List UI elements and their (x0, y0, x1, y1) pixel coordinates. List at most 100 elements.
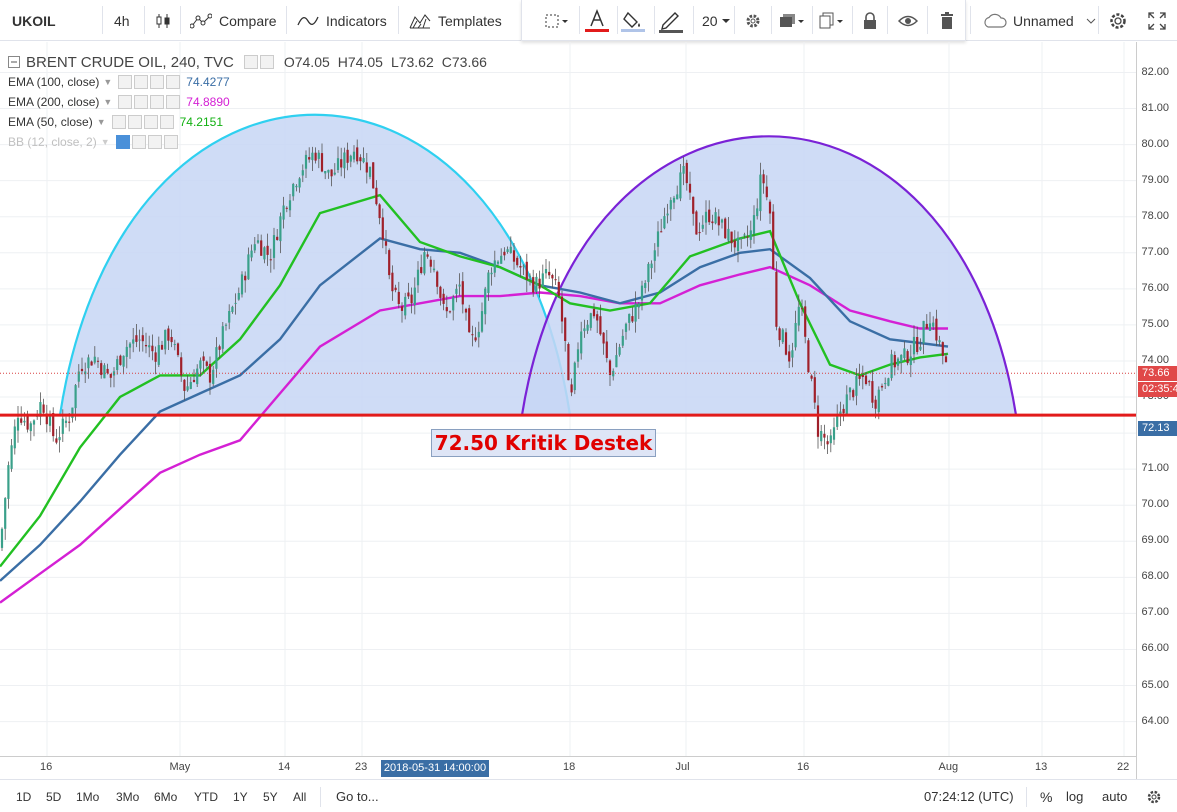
line-color-button[interactable] (658, 0, 684, 41)
axis-settings-button[interactable] (1146, 780, 1162, 812)
gear-icon[interactable] (259, 55, 274, 69)
eye-icon[interactable] (118, 95, 133, 109)
candle-body (141, 335, 144, 342)
plus-icon[interactable] (150, 95, 165, 109)
gear-icon[interactable] (134, 75, 149, 89)
candle-body (679, 172, 682, 199)
candle-body (522, 265, 525, 267)
fill-color-button[interactable] (620, 0, 646, 41)
study-legend-bb[interactable]: BB (12, close, 2) ▼ (8, 132, 487, 152)
candle-body (464, 308, 468, 313)
study-legend-ema100[interactable]: EMA (100, close) ▼ 74.4277 (8, 72, 487, 92)
candle-body (61, 418, 64, 434)
close-icon[interactable] (163, 135, 178, 149)
range-button-3mo[interactable]: 3Mo (116, 780, 139, 812)
support-annotation[interactable]: 72.50 Kritik Destek (431, 429, 656, 457)
candle-body (327, 169, 330, 173)
price-axis[interactable]: 82.00 81.00 80.00 79.00 78.00 77.00 76.00 75.00… (1136, 42, 1177, 779)
gear-icon[interactable] (134, 95, 149, 109)
candle-body (381, 217, 384, 240)
candle-body (423, 252, 426, 274)
study-legend-ema200[interactable]: EMA (200, close) ▼ 74.8890 (8, 92, 487, 112)
log-scale-toggle[interactable]: log (1066, 780, 1083, 812)
range-button-ytd[interactable]: YTD (194, 780, 218, 812)
settings-button[interactable] (744, 0, 762, 41)
chart-settings-button[interactable] (1108, 0, 1128, 41)
range-button-6mo[interactable]: 6Mo (154, 780, 177, 812)
text-color-button[interactable] (584, 0, 610, 41)
symbol-search-button[interactable]: UKOIL (12, 0, 56, 41)
collapse-icon[interactable] (8, 56, 20, 68)
templates-button[interactable]: Templates (409, 0, 502, 41)
delete-button[interactable] (940, 0, 954, 41)
candle-body (832, 427, 836, 440)
chevron-down-icon[interactable]: ▼ (97, 117, 106, 127)
candle-body (855, 376, 858, 396)
percent-scale-toggle[interactable]: % (1040, 780, 1052, 812)
candle-body (58, 437, 61, 441)
range-button-5y[interactable]: 5Y (263, 780, 278, 812)
study-label: EMA (50, close) (8, 115, 93, 129)
close-icon[interactable] (166, 75, 181, 89)
plus-icon[interactable] (143, 115, 158, 129)
z-order-button[interactable] (778, 0, 806, 41)
time-tick-label: 14 (278, 761, 291, 773)
font-size-dropdown[interactable]: 20 (702, 0, 731, 41)
plus-icon[interactable] (147, 135, 162, 149)
candle-body (800, 308, 804, 310)
candle-body (413, 287, 416, 305)
candle-body (29, 423, 32, 432)
range-button-1d[interactable]: 1D (16, 780, 31, 812)
clone-button[interactable] (818, 0, 846, 41)
candle-body (516, 257, 519, 266)
range-button-1y[interactable]: 1Y (233, 780, 248, 812)
price-tick-label: 78.00 (1141, 209, 1169, 222)
close-icon[interactable] (166, 95, 181, 109)
selection-tool-button[interactable] (544, 0, 570, 41)
candle-body (781, 329, 784, 343)
divider (812, 6, 813, 34)
divider (144, 6, 145, 34)
range-button-1mo[interactable]: 1Mo (76, 780, 99, 812)
range-button-5d[interactable]: 5D (46, 780, 61, 812)
time-axis[interactable]: 16 May 14 23 18 Jul 16 Aug 13 22 2018-05-31 14:00:… (0, 756, 1136, 779)
plus-icon[interactable] (150, 75, 165, 89)
chevron-down-icon[interactable]: ▼ (103, 97, 112, 107)
eye-icon[interactable] (111, 115, 126, 129)
goto-button[interactable]: Go to... (336, 780, 379, 812)
auto-scale-toggle[interactable]: auto (1102, 780, 1127, 812)
eye-icon[interactable] (118, 75, 133, 89)
candle-body (820, 431, 823, 442)
hide-button[interactable] (898, 0, 918, 41)
utc-clock[interactable]: 07:24:12 (UTC) (924, 780, 1014, 812)
candle-body (944, 356, 948, 363)
fullscreen-button[interactable] (1148, 0, 1166, 41)
study-legend-ema50[interactable]: EMA (50, close) ▼ 74.2151 (8, 112, 487, 132)
templates-label: Templates (438, 12, 502, 29)
candle-body (477, 331, 480, 338)
chevron-down-icon[interactable]: ▼ (101, 137, 110, 147)
chevron-down-icon[interactable]: ▼ (103, 77, 112, 87)
range-button-all[interactable]: All (293, 780, 306, 812)
layout-dropdown[interactable]: Unnamed (982, 0, 1096, 41)
compare-icon (190, 13, 212, 28)
interval-button[interactable]: 4h (114, 0, 130, 41)
gear-icon[interactable] (127, 115, 142, 129)
log-label: log (1066, 789, 1084, 804)
price-chart[interactable] (0, 42, 1136, 779)
candle-body (253, 244, 256, 251)
candle-body (503, 251, 506, 256)
chart-type-button[interactable] (154, 0, 172, 41)
candle-body (560, 296, 564, 322)
eye-icon[interactable] (243, 55, 258, 69)
compare-button[interactable]: Compare (190, 0, 277, 41)
eye-off-icon[interactable] (115, 135, 130, 149)
close-icon[interactable] (159, 115, 174, 129)
candle-body (842, 408, 845, 414)
lock-button[interactable] (862, 0, 878, 41)
candle-body (676, 194, 679, 200)
candle-body (304, 154, 308, 169)
indicators-button[interactable]: Indicators (297, 0, 387, 41)
candle-body (212, 369, 215, 384)
gear-icon[interactable] (131, 135, 146, 149)
